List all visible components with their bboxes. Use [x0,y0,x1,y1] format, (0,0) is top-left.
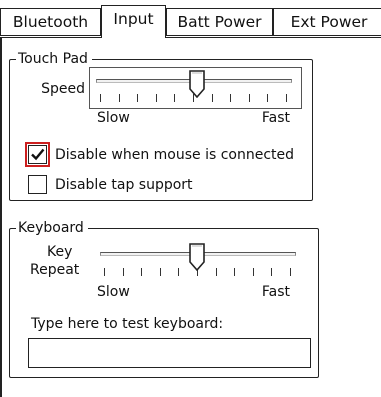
tab-panel-left-edge [0,37,2,397]
slider-tick [286,94,287,102]
slider-tick [290,268,291,276]
tab-bluetooth[interactable]: Bluetooth [0,8,101,36]
keyboard-group-title: Keyboard [16,219,88,237]
slider-tick [141,268,143,276]
checkmark-icon [31,148,45,161]
touchpad-speed-slider[interactable] [96,70,296,106]
key-repeat-label-line1: Key [47,244,73,260]
slider-tick [100,94,101,102]
key-repeat-slider[interactable] [100,242,300,278]
tab-input[interactable]: Input [101,5,166,38]
slider-tick [267,94,269,102]
touchpad-speed-max-label: Fast [261,110,290,126]
slider-tick [174,94,176,102]
slider-tick [215,268,217,276]
keyboard-test-input[interactable] [28,338,311,368]
tab-batt-power[interactable]: Batt Power [166,8,273,36]
key-repeat-label-line2: Repeat [30,262,80,278]
slider-tick [118,94,120,102]
slider-tick [271,268,273,276]
slider-tick [122,268,124,276]
key-repeat-thumb[interactable] [189,243,205,271]
disable-with-mouse-label[interactable]: Disable when mouse is connected [55,146,294,164]
keyboard-test-label: Type here to test keyboard: [31,316,224,332]
disable-with-mouse-checkbox[interactable] [25,142,50,167]
slider-tick [137,94,139,102]
touchpad-speed-thumb[interactable] [188,70,205,98]
disable-tap-checkbox[interactable] [28,175,47,194]
slider-tick [248,94,250,102]
disable-tap-label[interactable]: Disable tap support [55,176,193,194]
slider-tick [155,94,157,102]
key-repeat-max-label: Fast [261,284,290,300]
slider-tick [178,268,180,276]
tab-ext-power[interactable]: Ext Power [273,8,381,36]
slider-tick [211,94,213,102]
touchpad-group-title: Touch Pad [16,50,92,68]
touchpad-speed-label: Speed [41,81,85,97]
touchpad-speed-min-label: Slow [97,110,130,126]
slider-tick [159,268,161,276]
key-repeat-min-label: Slow [97,284,130,300]
slider-tick [230,94,232,102]
tab-panel-top-edge [0,37,381,38]
slider-tick [234,268,236,276]
slider-tick [104,268,105,276]
slider-tick [252,268,254,276]
